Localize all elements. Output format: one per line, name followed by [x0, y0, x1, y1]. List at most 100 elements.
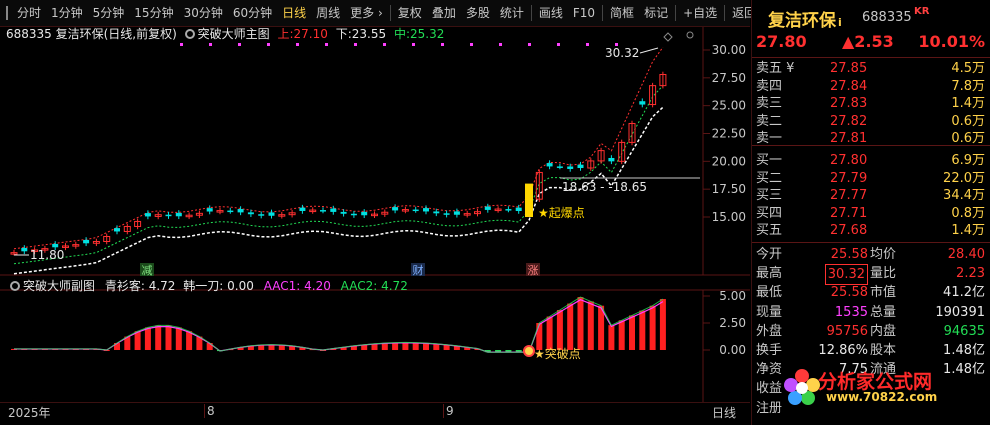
sub-indicator-name[interactable]: 突破大师副图	[23, 279, 95, 293]
toolbar-separator	[724, 5, 726, 21]
down-candle	[206, 208, 213, 212]
toolbar-button-10[interactable]: 叠加	[427, 0, 461, 26]
period-toolbar: 分时 1分钟 5分钟 15分钟 30分钟 60分钟 日线 周线 更多 › 复权 叠加 多股 统计 画线 F1…	[0, 0, 756, 27]
stat-label: 外盘	[756, 323, 783, 339]
toolbar-button-17[interactable]: +自选	[678, 0, 722, 26]
watermark-logo: 分析家公式网 www.70822.com	[782, 365, 987, 409]
bids-level-price: 27.68	[830, 223, 868, 238]
bids-level-row[interactable]: 买三 27.77 34.4万	[752, 187, 990, 204]
aac1-line	[14, 299, 664, 353]
quote-panel: 复洁环保 i 688335 KR 27.80 ▲2.53 10.01% 卖五 ¥ 2…	[751, 0, 990, 425]
stat-value: 25.58	[830, 285, 868, 301]
stat-label: 总量	[870, 304, 897, 320]
bids-level-row[interactable]: 买五 27.68 1.4万	[752, 222, 990, 239]
toolbar-button-5[interactable]: 60分钟	[228, 0, 277, 26]
sub-indicator-bar	[392, 342, 399, 350]
sub-indicator-bar	[155, 325, 162, 350]
asks-level-row[interactable]: 卖五 ¥ 27.85 4.5万	[752, 60, 990, 77]
toolbar-button-12[interactable]: 统计	[495, 0, 529, 26]
toolbar-button-15[interactable]: 简框	[605, 0, 639, 26]
signal-dot	[441, 43, 444, 46]
toolbar-button-11[interactable]: 多股	[461, 0, 495, 26]
bids-level-price: 27.79	[830, 170, 868, 186]
asks-level-volume: 7.8万	[951, 78, 985, 94]
stat-label: 市值	[870, 285, 897, 301]
down-candle	[546, 163, 553, 167]
signal-dot	[557, 43, 560, 46]
event-marker-label: 财	[413, 263, 424, 277]
period-label[interactable]: 日线	[712, 404, 736, 421]
down-candle	[577, 164, 584, 169]
bids-level-label: 买五	[756, 223, 783, 238]
aac1-value: 4.20	[304, 279, 331, 293]
divider	[752, 242, 990, 243]
sub-indicator-bar	[144, 327, 151, 350]
stat-label: 今开	[756, 247, 783, 262]
down-candle	[144, 213, 151, 217]
toolbar-button-7[interactable]: 周线	[311, 0, 345, 26]
asks-level-row[interactable]: 卖四 27.84 7.8万	[752, 78, 990, 95]
toolbar-button-3[interactable]: 15分钟	[129, 0, 178, 26]
sub-indicator-bar	[587, 301, 594, 350]
price-change: ▲2.53	[842, 32, 894, 51]
stat-row: 换手 12.86% 股本 1.48亿	[752, 341, 990, 360]
bids-level-label: 买一	[756, 153, 783, 168]
sub-indicator-bar	[639, 310, 646, 350]
time-label-sep: 9	[443, 404, 454, 418]
asks-level-row[interactable]: 卖二 27.82 0.6万	[752, 113, 990, 130]
sub-indicator-bar	[577, 297, 584, 350]
toolbar-button-14[interactable]: F10	[568, 0, 600, 26]
circle-icon	[686, 31, 694, 39]
down-candle	[165, 214, 172, 217]
sub-y-tick-label: 2.50	[719, 316, 746, 330]
stat-value: 1535	[834, 304, 868, 320]
signal-dot	[267, 43, 270, 46]
aac1-label: AAC1:	[263, 279, 301, 293]
event-marker-label: 涨	[528, 264, 539, 277]
down-candle	[392, 207, 399, 211]
sub-indicator-bar	[134, 331, 141, 350]
stat-row: 今开 25.58 均价 28.40	[752, 245, 990, 264]
stat-label: 净资	[756, 362, 783, 378]
watermark-url: www.70822.com	[826, 390, 938, 404]
bids-level-row[interactable]: 买二 27.79 22.0万	[752, 170, 990, 187]
bids-level-price: 27.77	[830, 188, 868, 203]
asks-level-row[interactable]: 卖三 27.83 1.4万	[752, 95, 990, 112]
toolbar-button-16[interactable]: 标记	[639, 0, 673, 26]
down-candle	[340, 211, 347, 214]
signal-dot	[586, 43, 589, 46]
toolbar-items: 分时 1分钟 5分钟 15分钟 30分钟 60分钟 日线 周线 更多 › 复权 叠加 多股 统计 画线 F1…	[12, 0, 761, 26]
sub-indicator-bar	[186, 331, 193, 350]
signal-dot	[470, 43, 473, 46]
bids-level-price: 27.71	[830, 205, 868, 221]
aac2-label: AAC2:	[340, 279, 378, 293]
bids-level-volume: 1.4万	[951, 223, 985, 238]
signal-dot	[383, 43, 386, 46]
stat-value: 190391	[935, 304, 985, 320]
qsk-value: 4.72	[148, 279, 176, 293]
bids-level-row[interactable]: 买四 27.71 0.8万	[752, 205, 990, 222]
down-candle	[608, 157, 615, 162]
bids-level-row[interactable]: 买一 27.80 6.9万	[752, 152, 990, 169]
bids-level-label: 买四	[756, 205, 783, 221]
time-label-year: 2025年	[8, 406, 51, 420]
down-candle	[21, 247, 28, 252]
sub-chart-header: 突破大师副图 青衫客: 4.72 韩一刀: 0.00 AAC1: 4.20 AA…	[6, 279, 408, 293]
toolbar-button-13[interactable]: 画线	[534, 0, 568, 26]
toolbar-button-1[interactable]: 1分钟	[46, 0, 88, 26]
sub-settings-gear-icon[interactable]	[10, 281, 20, 291]
toolbar-button-6[interactable]: 日线	[277, 0, 311, 26]
toolbar-button-0[interactable]: 分时	[12, 0, 46, 26]
toolbar-button-9[interactable]: 复权	[393, 0, 427, 26]
sub-indicator-bar	[402, 342, 409, 350]
divider	[752, 57, 990, 58]
asks-level-price: 27.85	[830, 61, 868, 76]
stock-name: 复洁环保 i	[768, 11, 842, 31]
toolbar-button-4[interactable]: 30分钟	[179, 0, 228, 26]
panel-toggle-icon[interactable]	[6, 6, 8, 20]
change-percent: 10.01%	[918, 32, 985, 51]
down-candle	[268, 212, 275, 216]
toolbar-button-8[interactable]: 更多 ›	[345, 0, 388, 26]
main-candlestick-chart[interactable]: 30.00 27.50 25.00 22.50 20.00 17.50 15.00 30.3…	[0, 27, 750, 425]
toolbar-button-2[interactable]: 5分钟	[88, 0, 130, 26]
